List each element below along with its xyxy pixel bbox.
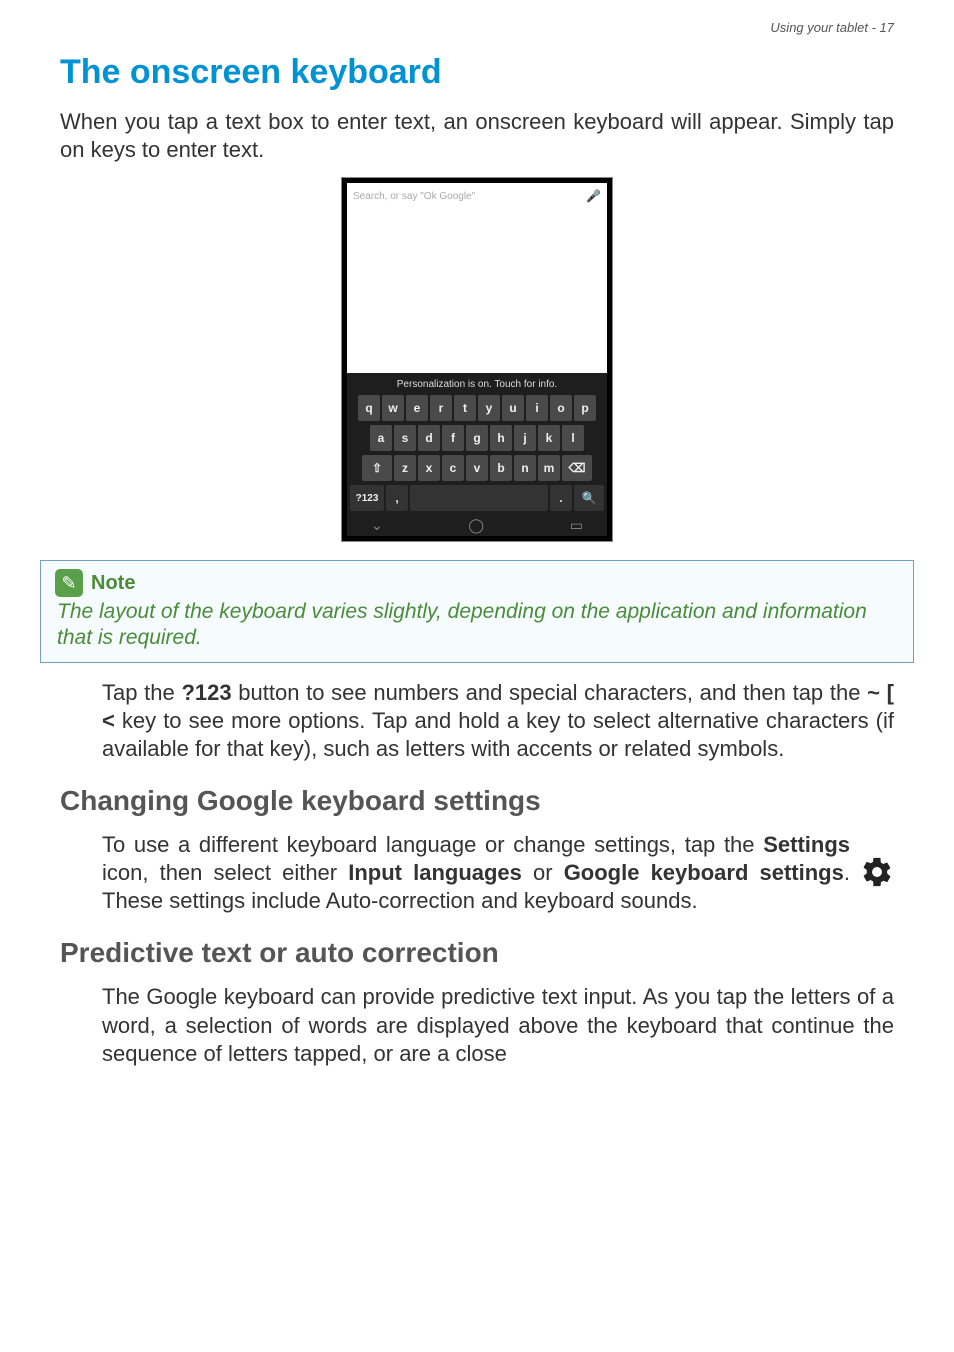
key-j: j [514, 425, 536, 451]
key-search: 🔍 [574, 485, 604, 511]
key-d: d [418, 425, 440, 451]
key-q: q [358, 395, 380, 421]
bold-text: Settings [763, 832, 850, 857]
nav-back-icon: ⌄ [371, 517, 383, 534]
phone-mockup: Search, or say "Ok Google" 🎤 Personaliza… [341, 177, 613, 542]
key-i: i [526, 395, 548, 421]
search-bar: Search, or say "Ok Google" 🎤 [353, 189, 601, 203]
key-v: v [466, 455, 488, 481]
paragraph-predictive: The Google keyboard can provide predicti… [102, 983, 894, 1067]
key-y: y [478, 395, 500, 421]
key-c: c [442, 455, 464, 481]
key-h: h [490, 425, 512, 451]
text-span: icon, then select either [102, 860, 348, 885]
keyboard-hint: Personalization is on. Touch for info. [347, 376, 607, 393]
key-p: p [574, 395, 596, 421]
key-s: s [394, 425, 416, 451]
pencil-icon: ✎ [55, 569, 83, 597]
keyboard-row-2: a s d f g h j k l [347, 423, 607, 453]
key-period: . [550, 485, 572, 511]
key-g: g [466, 425, 488, 451]
paragraph-after-note: Tap the ?123 button to see numbers and s… [102, 679, 894, 763]
settings-paragraph: To use a different keyboard language or … [102, 831, 850, 915]
key-l: l [562, 425, 584, 451]
text-span: To use a different keyboard language or … [102, 832, 763, 857]
key-b: b [490, 455, 512, 481]
nav-recent-icon: ▭ [570, 517, 583, 534]
text-span: Tap the [102, 680, 181, 705]
text-span: or [522, 860, 564, 885]
key-t: t [454, 395, 476, 421]
key-x: x [418, 455, 440, 481]
keyboard-row-4: ?123 , . 🔍 [347, 483, 607, 513]
key-m: m [538, 455, 560, 481]
note-body: The layout of the keyboard varies slight… [57, 599, 899, 652]
heading-keyboard-settings: Changing Google keyboard settings [60, 785, 894, 817]
key-f: f [442, 425, 464, 451]
keyboard-area: Personalization is on. Touch for info. q… [347, 373, 607, 536]
key-z: z [394, 455, 416, 481]
keyboard-row-1: q w e r t y u i o p [347, 393, 607, 423]
phone-screen-top: Search, or say "Ok Google" 🎤 [347, 183, 607, 373]
key-comma: , [386, 485, 408, 511]
page-header: Using your tablet - 17 [60, 20, 894, 35]
key-r: r [430, 395, 452, 421]
key-e: e [406, 395, 428, 421]
key-shift: ⇧ [362, 455, 392, 481]
nav-home-icon: ◯ [468, 517, 484, 534]
bold-text: Input languages [348, 860, 522, 885]
key-symbols: ?123 [350, 485, 384, 511]
text-span: button to see numbers and special charac… [232, 680, 868, 705]
note-title: Note [91, 572, 135, 595]
key-u: u [502, 395, 524, 421]
mic-icon: 🎤 [586, 189, 601, 203]
key-n: n [514, 455, 536, 481]
key-space [410, 485, 548, 511]
screenshot-container: Search, or say "Ok Google" 🎤 Personaliza… [60, 177, 894, 542]
keyboard-row-3: ⇧ z x c v b n m ⌫ [347, 453, 607, 483]
bold-text: ?123 [181, 680, 231, 705]
key-w: w [382, 395, 404, 421]
bold-text: Google keyboard settings [564, 860, 844, 885]
key-backspace: ⌫ [562, 455, 592, 481]
key-o: o [550, 395, 572, 421]
key-k: k [538, 425, 560, 451]
gear-icon [860, 855, 894, 894]
intro-paragraph: When you tap a text box to enter text, a… [60, 108, 894, 163]
heading-predictive-text: Predictive text or auto correction [60, 937, 894, 969]
android-navbar: ⌄ ◯ ▭ [347, 513, 607, 536]
page-title: The onscreen keyboard [60, 53, 894, 92]
key-a: a [370, 425, 392, 451]
note-callout: ✎ Note The layout of the keyboard varies… [40, 560, 914, 663]
settings-paragraph-block: To use a different keyboard language or … [102, 831, 894, 915]
search-placeholder: Search, or say "Ok Google" [353, 191, 475, 202]
note-header: ✎ Note [55, 569, 899, 597]
text-span: key to see more options. Tap and hold a … [102, 708, 894, 761]
